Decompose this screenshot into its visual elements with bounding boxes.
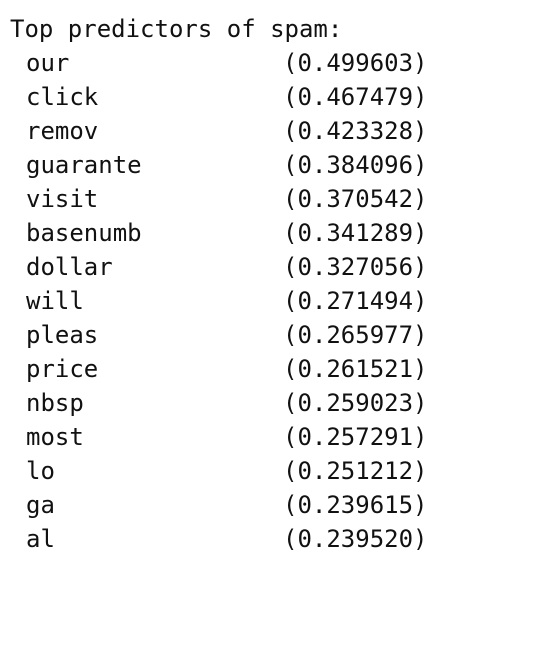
predictor-score: (0.423328) <box>283 117 428 145</box>
predictor-row: visit (0.370542) <box>10 182 544 216</box>
predictor-term: pleas <box>26 321 99 349</box>
predictor-term: ga <box>26 491 55 519</box>
predictor-score: (0.251212) <box>283 457 428 485</box>
predictor-term: nbsp <box>26 389 84 417</box>
predictor-score: (0.271494) <box>283 287 428 315</box>
predictor-term: most <box>26 423 84 451</box>
predictor-term: dollar <box>26 253 113 281</box>
predictor-score: (0.384096) <box>283 151 428 179</box>
predictor-term: visit <box>26 185 99 213</box>
predictor-row: lo (0.251212) <box>10 454 544 488</box>
predictor-term: basenumb <box>26 219 142 247</box>
predictor-term: remov <box>26 117 99 145</box>
predictor-score: (0.261521) <box>283 355 428 383</box>
predictor-term: our <box>26 49 70 77</box>
predictor-row: price (0.261521) <box>10 352 544 386</box>
predictor-row: al (0.239520) <box>10 522 544 556</box>
predictor-row: most (0.257291) <box>10 420 544 454</box>
predictor-row: ga (0.239615) <box>10 488 544 522</box>
predictor-row: nbsp (0.259023) <box>10 386 544 420</box>
predictor-term: will <box>26 287 84 315</box>
terminal-output: Top predictors of spam: our (0.499603) c… <box>0 0 544 588</box>
predictor-score: (0.499603) <box>283 49 428 77</box>
predictor-term: al <box>26 525 55 553</box>
predictor-term: guarante <box>26 151 142 179</box>
predictor-row: our (0.499603) <box>10 46 544 80</box>
predictor-row: basenumb (0.341289) <box>10 216 544 250</box>
predictor-term: click <box>26 83 99 111</box>
predictor-score: (0.265977) <box>283 321 428 349</box>
predictor-row: guarante (0.384096) <box>10 148 544 182</box>
predictor-score: (0.239615) <box>283 491 428 519</box>
predictor-row: dollar (0.327056) <box>10 250 544 284</box>
predictor-row: will (0.271494) <box>10 284 544 318</box>
predictor-row: pleas (0.265977) <box>10 318 544 352</box>
predictor-list: our (0.499603) click (0.467479) remov (0… <box>10 46 544 556</box>
predictor-term: price <box>26 355 99 383</box>
predictor-row: click (0.467479) <box>10 80 544 114</box>
predictor-score: (0.467479) <box>283 83 428 111</box>
predictor-score: (0.341289) <box>283 219 428 247</box>
predictor-score: (0.259023) <box>283 389 428 417</box>
predictor-row: remov (0.423328) <box>10 114 544 148</box>
predictor-score: (0.370542) <box>283 185 428 213</box>
predictor-score: (0.257291) <box>283 423 428 451</box>
predictor-score: (0.327056) <box>283 253 428 281</box>
predictor-score: (0.239520) <box>283 525 428 553</box>
output-heading: Top predictors of spam: <box>10 15 343 43</box>
predictor-term: lo <box>26 457 55 485</box>
